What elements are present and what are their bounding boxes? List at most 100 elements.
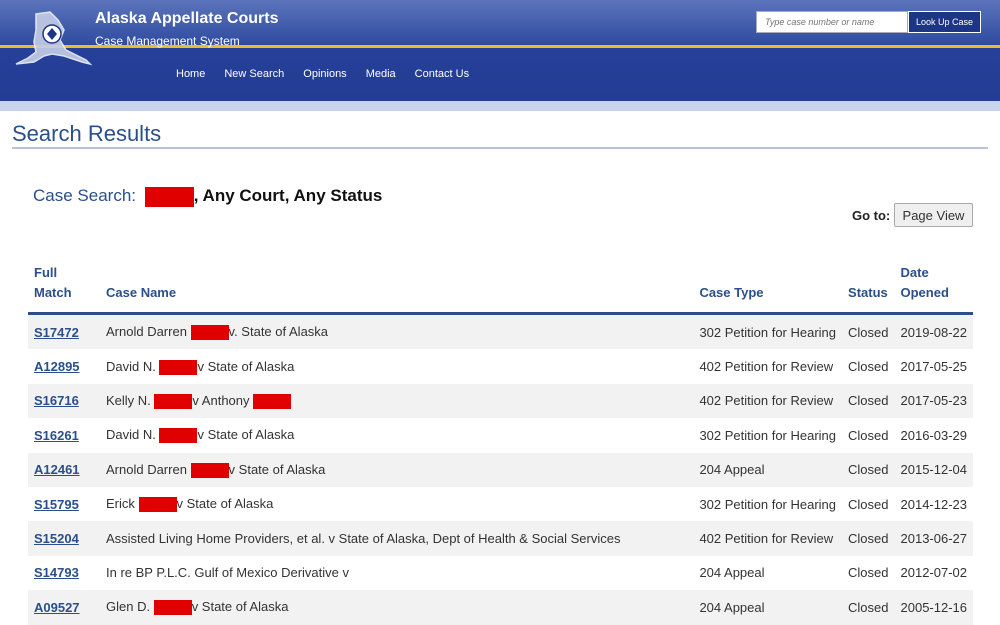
- case-name-text: v State of Alaska: [228, 461, 326, 477]
- case-name-text: Assisted Living Home Providers, et al. v…: [106, 531, 621, 547]
- cell-status: Closed: [848, 496, 889, 512]
- cell-case-name: David N. v State of Alaska: [100, 418, 693, 452]
- cell-status: Closed: [848, 359, 889, 375]
- table-row: S15795 Erick v State of Alaska 302 Petit…: [28, 487, 973, 521]
- cell-status: Closed: [848, 427, 889, 443]
- cell-case-type: 302 Petition for Hearing: [699, 496, 837, 512]
- column-header-case-name[interactable]: Case Name: [100, 263, 694, 315]
- cell-date-opened: 2005-12-16: [894, 590, 973, 625]
- redaction-box: [144, 186, 194, 207]
- look-up-case-button[interactable]: Look Up Case: [908, 11, 981, 33]
- case-name-text: Glen D.: [106, 599, 154, 615]
- column-header-case-type[interactable]: Case Type: [693, 263, 843, 315]
- column-header-date-opened[interactable]: Date Opened: [894, 263, 973, 315]
- cell-date-opened: 2016-03-29: [900, 427, 968, 443]
- redaction-box: [154, 394, 193, 409]
- redaction-box: [190, 325, 229, 341]
- cell-status: Closed: [848, 565, 889, 581]
- cell-case-type: 402 Petition for Review: [693, 383, 843, 419]
- case-name-text: David N.: [106, 358, 160, 374]
- cell-full-match: S15204: [28, 521, 100, 556]
- case-number-link[interactable]: A09527: [34, 600, 80, 615]
- redaction-box: [159, 359, 198, 375]
- cell-full-match: A12461: [28, 452, 100, 487]
- results-table: Full Match Case Name Case Type Status Da…: [28, 263, 973, 625]
- cell-case-name: Assisted Living Home Providers, et al. v…: [100, 521, 694, 556]
- cell-full-match: S16261: [28, 418, 100, 452]
- cell-case-type: 402 Petition for Review: [699, 359, 834, 375]
- case-number-link[interactable]: S16261: [34, 428, 79, 443]
- cell-full-match: S15795: [28, 487, 100, 521]
- cell-case-name: Arnold Darren v State of Alaska: [100, 452, 694, 487]
- cell-case-type: 204 Appeal: [699, 565, 765, 581]
- table-header-row: Full Match Case Name Case Type Status Da…: [28, 263, 973, 315]
- redaction-box: [153, 600, 192, 616]
- case-name-text: Erick: [106, 496, 139, 512]
- case-name-text: Arnold Darren: [106, 324, 191, 340]
- cell-case-type: 302 Petition for Hearing: [699, 427, 837, 443]
- redaction-box: [138, 497, 177, 513]
- cell-date-opened: 2014-12-23: [900, 496, 968, 512]
- case-name-text: v Anthony: [192, 392, 254, 408]
- header-bottom-band: [0, 101, 1000, 111]
- page-view-button[interactable]: Page View: [894, 203, 973, 227]
- case-name-text: David N.: [106, 427, 160, 443]
- case-number-link[interactable]: S15204: [34, 531, 79, 546]
- alaska-seal-icon[interactable]: [6, 6, 98, 68]
- case-name-text: v State of Alaska: [197, 358, 295, 374]
- cell-status: Closed: [842, 452, 895, 487]
- nav-media[interactable]: Media: [366, 68, 396, 80]
- table-row: S14793 In re BP P.L.C. Gulf of Mexico De…: [28, 556, 973, 590]
- cell-case-type: 302 Petition for Hearing: [693, 313, 843, 350]
- table-row: S15204 Assisted Living Home Providers, e…: [28, 521, 973, 556]
- case-search-input[interactable]: [756, 11, 908, 33]
- cell-case-name: Erick v State of Alaska: [100, 487, 693, 521]
- cell-full-match: S16716: [28, 383, 100, 419]
- case-name-text: In re BP P.L.C. Gulf of Mexico Derivativ…: [106, 565, 350, 581]
- site-header: Alaska Appellate Courts Case Management …: [0, 0, 1000, 101]
- nav-new-search[interactable]: New Search: [224, 68, 284, 80]
- cell-case-type: 402 Petition for Review: [693, 521, 843, 556]
- cell-full-match: A09527: [28, 590, 100, 625]
- cell-date-opened: 2017-05-25: [900, 359, 968, 375]
- case-name-text: Kelly N.: [106, 392, 155, 408]
- case-number-link[interactable]: S14793: [34, 565, 79, 580]
- nav-opinions[interactable]: Opinions: [303, 68, 346, 80]
- case-number-link[interactable]: S17472: [34, 325, 79, 340]
- search-summary: Case Search: , Any Court, Any Status: [33, 186, 382, 207]
- column-header-full-match[interactable]: Full Match: [28, 263, 100, 315]
- cell-status: Closed: [842, 590, 895, 625]
- case-number-link[interactable]: A12895: [34, 359, 80, 374]
- cell-case-name: In re BP P.L.C. Gulf of Mexico Derivativ…: [100, 556, 693, 590]
- nav-contact-us[interactable]: Contact Us: [415, 68, 469, 80]
- table-row: S17472 Arnold Darren v. State of Alaska …: [28, 313, 973, 350]
- nav-home[interactable]: Home: [176, 68, 205, 80]
- case-name-text: v. State of Alaska: [228, 324, 329, 340]
- cell-date-opened: 2012-07-02: [900, 565, 968, 581]
- cell-case-name: Arnold Darren v. State of Alaska: [100, 313, 694, 350]
- case-number-link[interactable]: S16716: [34, 393, 79, 408]
- table-row: S16716 Kelly N. v Anthony 402 Petition f…: [28, 383, 973, 419]
- cell-case-name: David N. v State of Alaska: [100, 349, 693, 383]
- cell-case-type: 204 Appeal: [693, 452, 843, 487]
- cell-case-name: Glen D. v State of Alaska: [100, 590, 694, 625]
- table-row: A12895 David N. v State of Alaska 402 Pe…: [28, 349, 973, 383]
- cell-case-type: 204 Appeal: [693, 590, 843, 625]
- site-subtitle: Case Management System: [95, 34, 240, 48]
- cell-case-name: Kelly N. v Anthony: [100, 383, 694, 419]
- case-name-text: Arnold Darren: [106, 461, 191, 477]
- table-row: A09527 Glen D. v State of Alaska 204 App…: [28, 590, 973, 625]
- cell-full-match: A12895: [28, 349, 100, 383]
- column-header-status[interactable]: Status: [842, 263, 895, 315]
- page-title: Search Results: [12, 121, 162, 146]
- cell-status: Closed: [842, 521, 895, 556]
- cell-date-opened: 2013-06-27: [894, 521, 973, 556]
- title-divider: [12, 147, 988, 149]
- case-name-text: v State of Alaska: [191, 599, 289, 615]
- case-number-link[interactable]: A12461: [34, 462, 80, 477]
- case-name-text: v State of Alaska: [176, 496, 274, 512]
- case-number-link[interactable]: S15795: [34, 497, 79, 512]
- cell-date-opened: 2019-08-22: [894, 313, 973, 350]
- table-row: A12461 Arnold Darren v State of Alaska 2…: [28, 452, 973, 487]
- site-title[interactable]: Alaska Appellate Courts: [95, 10, 278, 28]
